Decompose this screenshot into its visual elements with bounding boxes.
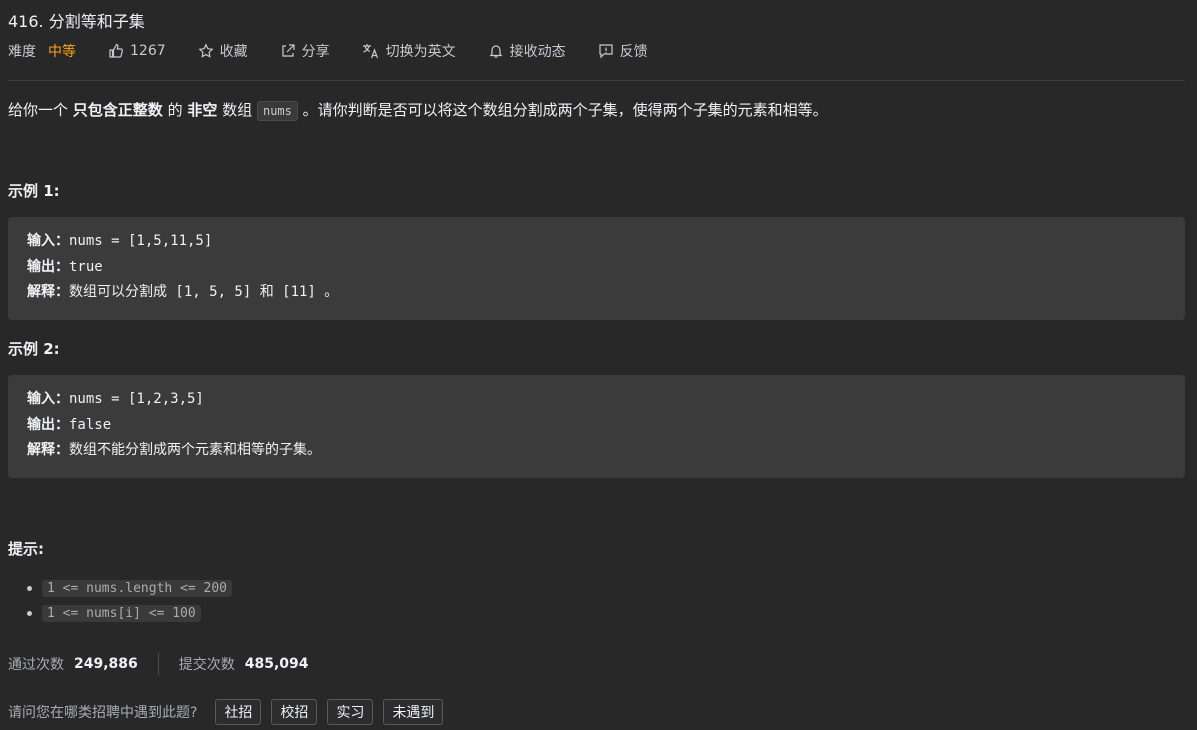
hints-heading: 提示: [8,540,44,558]
share-button[interactable]: 分享 [280,41,330,61]
problem-description: 给你一个 只包含正整数 的 非空 数组 nums 。请你判断是否可以将这个数组分… [8,98,828,123]
accepted-label: 通过次数 [8,657,64,673]
accepted-count: 249,886 [74,656,138,672]
thumbs-up-icon [109,43,123,58]
hints-list: 1 <= nums.length <= 200 1 <= nums[i] <= … [27,576,233,626]
explain-text: 数组可以分割成 [69,284,167,300]
problem-page: 416. 分割等和子集 难度 中等 1267 收藏 分享 切换为英文 接收动态 … [0,0,1197,730]
desc-bold: 非空 [187,101,218,119]
example-1-explanation: 解释：数组可以分割成 [1, 5, 5] 和 [11] 。 [27,280,1166,306]
bullet-icon [27,611,32,616]
example-1-input: 输入：nums = [1,5,11,5] [27,229,1166,255]
share-label: 分享 [301,44,330,60]
example-2-output: 输出：false [27,413,1166,439]
tag-internship[interactable]: 实习 [327,699,374,725]
output-label: 输出： [27,416,69,433]
hint-code: 1 <= nums.length <= 200 [42,580,233,597]
explain-text: 数组不能分割成两个元素和相等的子集。 [69,442,321,458]
example-2-block: 输入：nums = [1,2,3,5] 输出：false 解释：数组不能分割成两… [8,375,1185,478]
desc-text: 的 [167,101,183,119]
input-value: nums = [1,2,3,5] [69,391,204,407]
tag-not-encountered[interactable]: 未遇到 [383,699,444,725]
survey-question: 请问您在哪类招聘中遇到此题? [8,705,198,721]
problem-meta-bar: 难度 中等 1267 收藏 分享 切换为英文 接收动态 反馈 [8,41,680,61]
example-2-explanation: 解释：数组不能分割成两个元素和相等的子集。 [27,438,1166,464]
desc-text: 给你一个 [8,101,69,119]
desc-bold: 只包含正整数 [72,101,163,119]
output-label: 输出： [27,258,69,275]
difficulty-label: 难度 [8,44,36,60]
output-value: false [69,416,112,433]
hint-code: 1 <= nums[i] <= 100 [42,605,201,622]
input-label: 输入： [27,391,69,407]
favorite-button[interactable]: 收藏 [198,41,248,61]
stats-divider [157,653,159,675]
translate-label: 切换为英文 [385,44,456,60]
tag-campus-hiring[interactable]: 校招 [271,699,318,725]
explain-label: 解释： [27,284,69,300]
interview-survey: 请问您在哪类招聘中遇到此题? 社招 校招 实习 未遇到 [8,699,453,725]
difficulty-value: 中等 [48,44,76,60]
desc-text: 。请你判断是否可以将这个数组分割成两个子集，使得两个子集的元素和相等。 [302,101,828,119]
star-icon [198,43,214,58]
explain-code: [1, 5, 5] [167,284,260,300]
input-value: nums = [1,5,11,5] [69,233,213,249]
submissions-label: 提交次数 [178,657,235,673]
feedback-icon [599,44,613,59]
submission-stats: 通过次数 249,886 提交次数 485,094 [8,652,309,676]
desc-text: 数组 [222,101,253,119]
bell-icon [489,45,503,58]
example-1-output: 输出：true [27,255,1166,281]
like-count: 1267 [130,43,166,59]
feedback-button[interactable]: 反馈 [598,41,648,61]
example-1-block: 输入：nums = [1,5,11,5] 输出：true 解释：数组可以分割成 … [8,217,1185,320]
feedback-label: 反馈 [619,44,648,60]
bullet-icon [27,586,32,591]
header-divider [8,80,1185,81]
example-1-heading: 示例 1: [8,182,60,200]
explain-label: 解释： [27,442,69,458]
favorite-label: 收藏 [219,44,248,60]
list-item: 1 <= nums[i] <= 100 [27,601,232,626]
explain-text: 和 [259,284,274,300]
submissions-count: 485,094 [244,656,309,672]
explain-code: [11] [273,284,325,300]
translate-icon [362,44,378,59]
explain-text: 。 [324,284,339,300]
list-item: 1 <= nums.length <= 200 [27,576,233,601]
example-2-heading: 示例 2: [8,340,60,358]
desc-inline-code: nums [256,101,298,121]
example-2-input: 输入：nums = [1,2,3,5] [27,387,1166,413]
output-value: true [69,258,103,275]
like-button[interactable]: 1267 [108,43,166,59]
problem-title: 416. 分割等和子集 [8,12,145,31]
share-icon [282,44,295,57]
translate-button[interactable]: 切换为英文 [362,41,456,61]
difficulty: 难度 中等 [8,41,76,61]
input-label: 输入： [27,233,69,249]
tag-social-hiring[interactable]: 社招 [215,699,262,725]
subscribe-button[interactable]: 接收动态 [488,41,566,61]
subscribe-label: 接收动态 [509,44,566,60]
